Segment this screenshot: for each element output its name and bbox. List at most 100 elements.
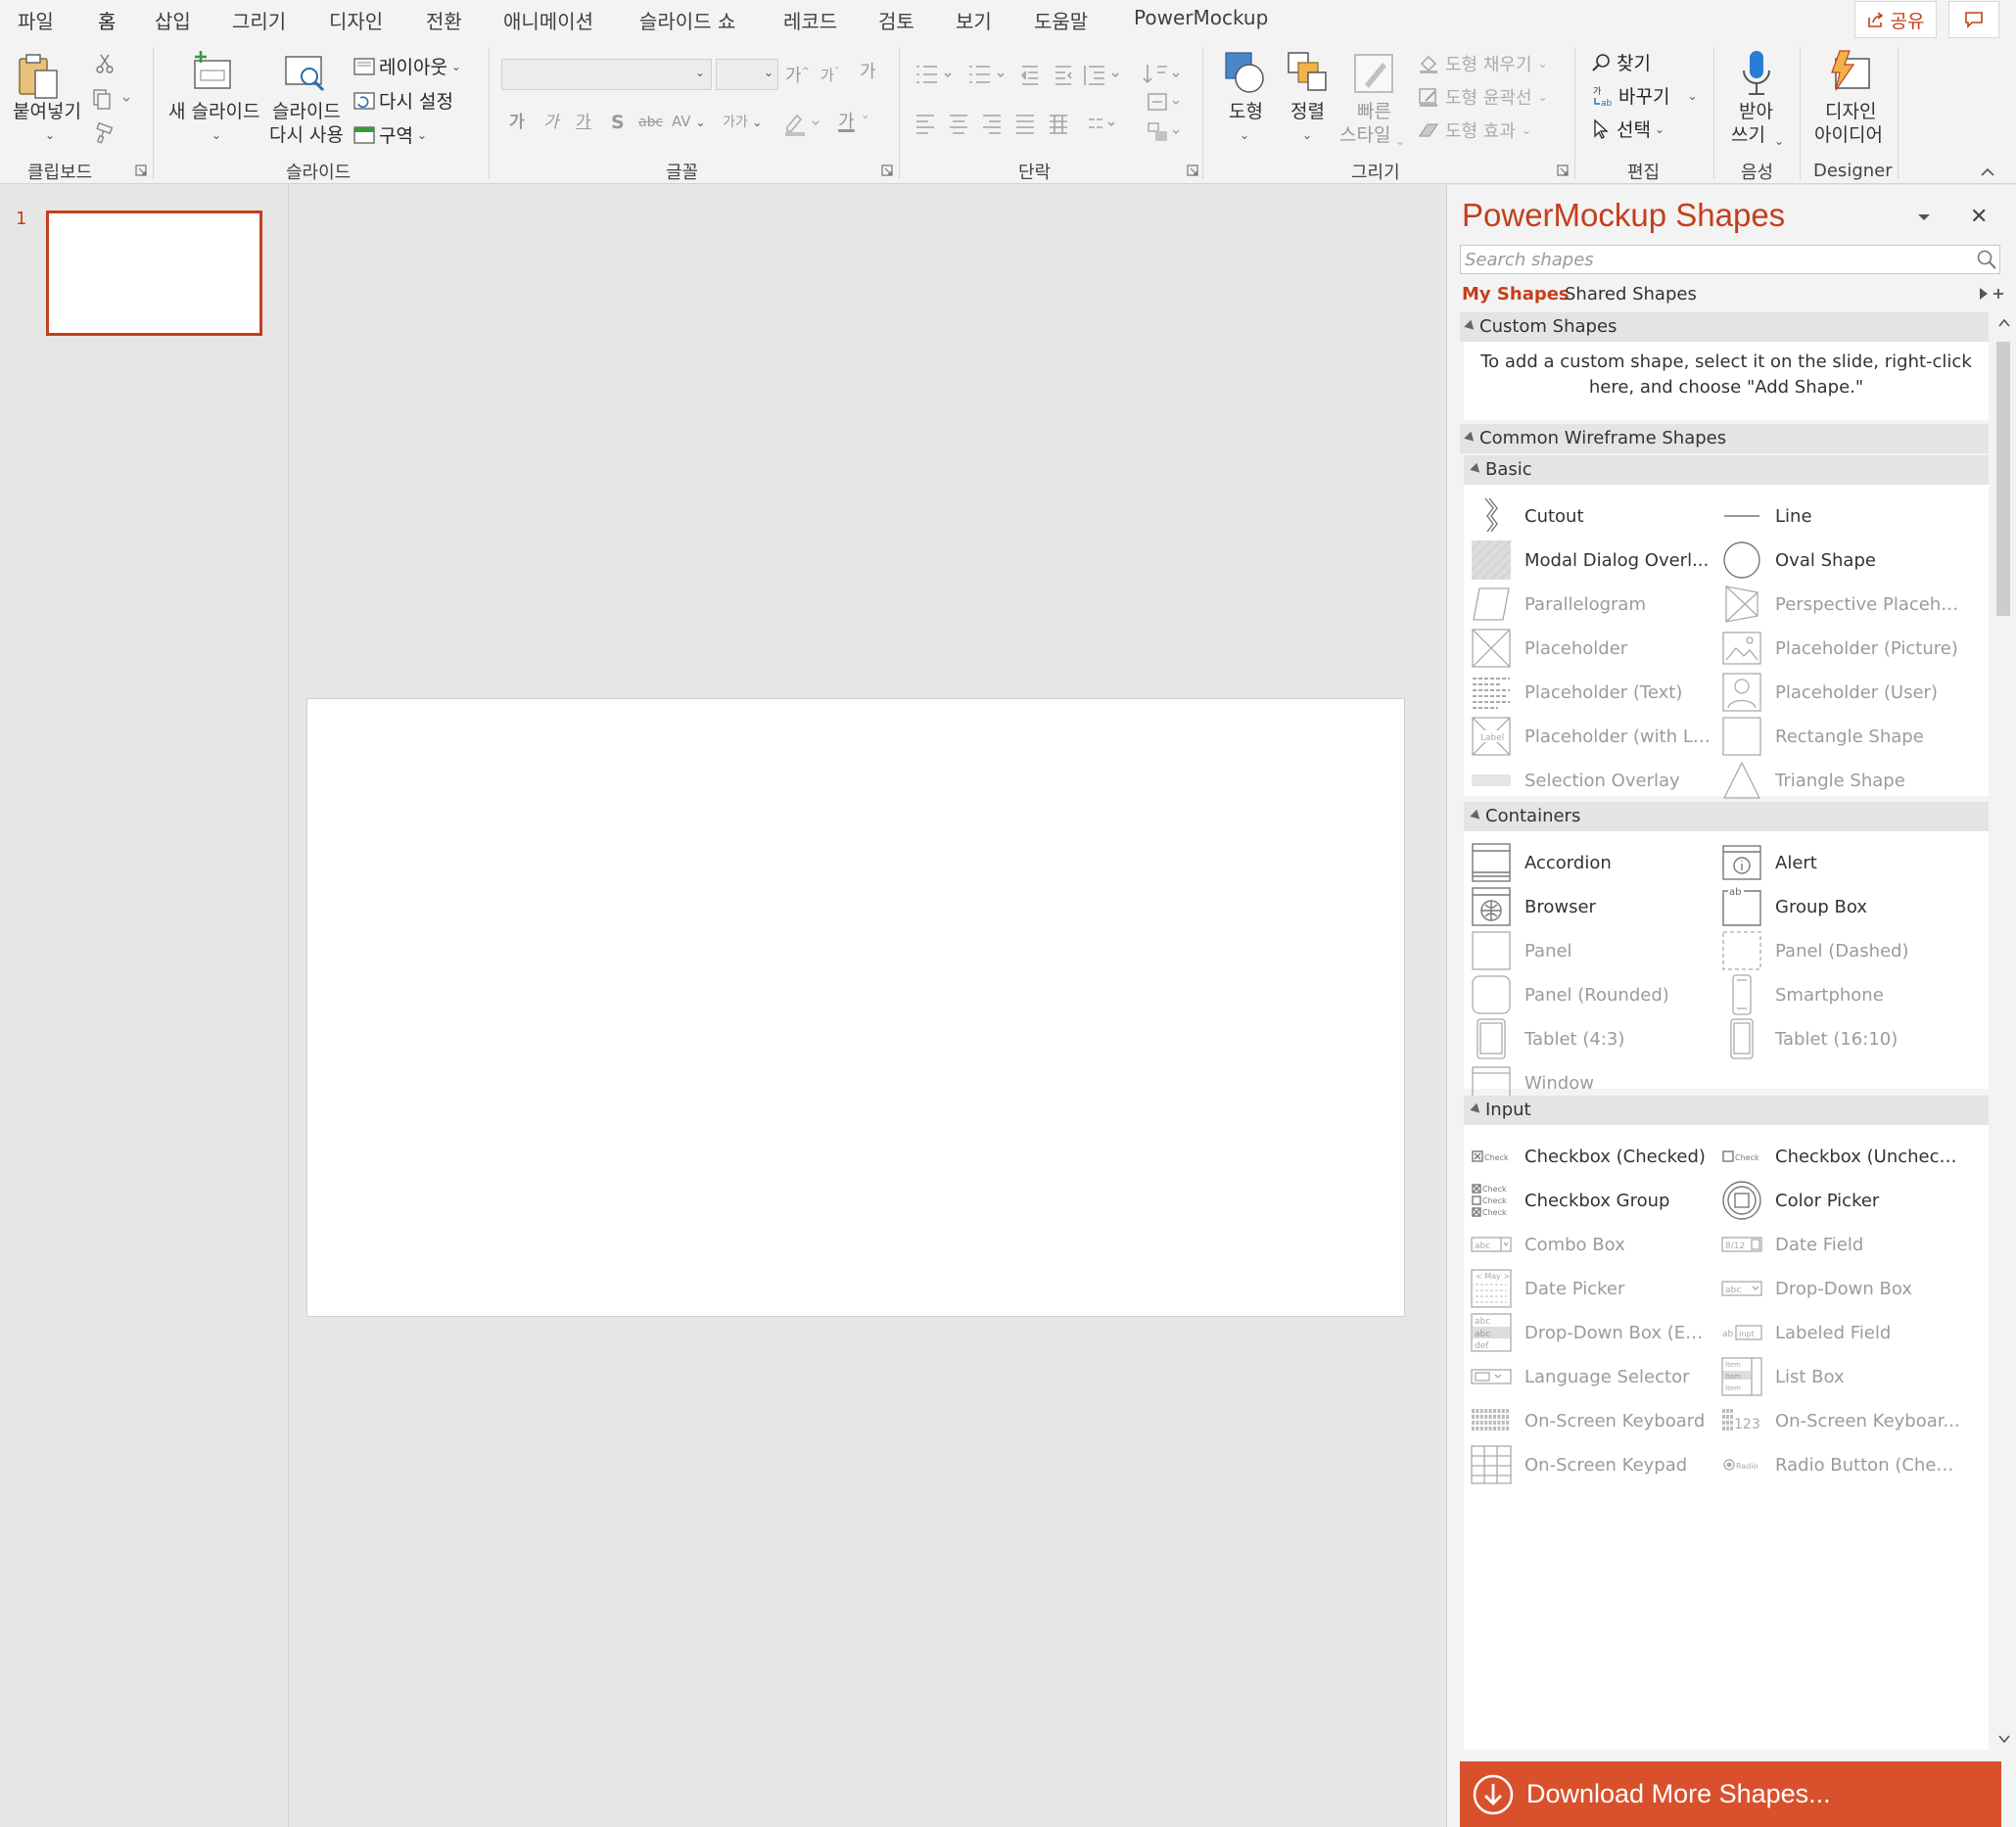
shape-item[interactable]: Tablet (4:3)	[1470, 1015, 1719, 1062]
menu-help[interactable]: 도움말	[1034, 6, 1088, 34]
select-button[interactable]: 선택 ⌄	[1591, 116, 1664, 142]
menu-record[interactable]: 레코드	[783, 6, 837, 34]
shape-item[interactable]: Color Picker	[1720, 1177, 1970, 1224]
shape-outline-button[interactable]: 도형 윤곽선 ⌄	[1418, 84, 1548, 110]
download-more-shapes-button[interactable]: Download More Shapes...	[1460, 1761, 2001, 1827]
shape-item[interactable]: Panel	[1470, 927, 1719, 974]
shadow-button[interactable]: S	[611, 111, 625, 134]
search-icon[interactable]	[1976, 249, 1997, 270]
char-spacing-button[interactable]: AV ⌄	[672, 110, 705, 134]
shape-item[interactable]: Check Checkbox (Checked)	[1470, 1133, 1719, 1180]
paste-dropdown-chevron-icon[interactable]: ⌄	[45, 123, 55, 147]
shape-item[interactable]: Tablet (16:10)	[1720, 1015, 1970, 1062]
paragraph-launcher-icon[interactable]	[1187, 164, 1198, 176]
new-slide-button[interactable]	[191, 49, 236, 94]
align-text-button[interactable]	[1146, 90, 1185, 116]
grow-font-button[interactable]: 가^	[785, 61, 810, 88]
format-painter-button[interactable]	[92, 121, 116, 145]
shape-item[interactable]: Item Item Item List Box	[1720, 1353, 1970, 1400]
underline-button[interactable]: 가	[576, 111, 591, 134]
section-button[interactable]: 구역 ⌄	[353, 121, 427, 148]
shape-item[interactable]: Panel (Rounded)	[1470, 971, 1719, 1018]
shape-item[interactable]: Check Checkbox (Uncheck...	[1720, 1133, 1970, 1180]
paragraph-top-row-icons[interactable]	[913, 61, 1187, 90]
clear-formatting-button[interactable]: 가	[860, 61, 876, 84]
shape-item[interactable]: Oval Shape	[1720, 537, 1970, 584]
shrink-font-button[interactable]: 가ˇ	[820, 61, 839, 87]
font-color-button[interactable]: 가 ⌄	[838, 108, 870, 133]
share-button[interactable]: 공유	[1854, 1, 1937, 38]
strikethrough-button[interactable]: abc	[638, 111, 663, 134]
shape-item[interactable]: Placeholder (User)	[1720, 669, 1970, 716]
bold-button[interactable]: 가	[509, 111, 525, 134]
menu-slideshow[interactable]: 슬라이드 쇼	[639, 6, 735, 34]
shape-item[interactable]: Browser	[1470, 883, 1719, 930]
shape-item[interactable]: Smartphone	[1720, 971, 1970, 1018]
arrange-chevron-icon[interactable]: ⌄	[1302, 123, 1312, 147]
tab-shared-shapes[interactable]: Shared Shapes	[1565, 284, 1697, 304]
replace-button[interactable]: 가 ab 바꾸기 ⌄	[1591, 82, 1698, 109]
menu-animations[interactable]: 애니메이션	[503, 6, 593, 34]
shape-item[interactable]: abc Drop-Down Box	[1720, 1265, 1970, 1312]
shape-item[interactable]: Modal Dialog Overl...	[1470, 537, 1719, 584]
shape-item[interactable]: Line	[1720, 492, 1970, 539]
shape-item[interactable]: Rectangle Shape	[1720, 713, 1970, 760]
shape-item[interactable]: 8/12 Date Field	[1720, 1221, 1970, 1268]
shape-item[interactable]: Parallelogram	[1470, 581, 1719, 628]
shape-item[interactable]: Perspective Placeho...	[1720, 581, 1970, 628]
menu-transitions[interactable]: 전환	[426, 6, 462, 34]
shape-item[interactable]: Cutout	[1470, 492, 1719, 539]
shape-item[interactable]: Placeholder	[1470, 625, 1719, 672]
shape-item[interactable]: abc abc def Drop-Down Box (Ex...	[1470, 1309, 1719, 1356]
design-ideas-button[interactable]	[1826, 49, 1873, 94]
font-size-combo[interactable]: ⌄	[716, 59, 778, 90]
find-button[interactable]: 찾기	[1591, 49, 1651, 75]
menu-review[interactable]: 검토	[878, 6, 914, 34]
scroll-up-icon[interactable]	[1998, 318, 2010, 328]
tab-navigation-icon[interactable]	[1978, 287, 2005, 301]
shape-item[interactable]: Placeholder (Picture)	[1720, 625, 1970, 672]
shape-item[interactable]: On-Screen Keypad	[1470, 1441, 1719, 1488]
shape-item[interactable]: Check Check Check Checkbox Group	[1470, 1177, 1719, 1224]
shape-item[interactable]: Alert	[1720, 839, 1970, 886]
shape-effects-button[interactable]: 도형 효과 ⌄	[1418, 117, 1531, 143]
cut-button[interactable]	[94, 53, 116, 74]
reuse-slides-button[interactable]	[284, 51, 329, 96]
arrange-button[interactable]	[1285, 49, 1330, 96]
smartart-button[interactable]	[1146, 119, 1185, 145]
comments-button[interactable]	[1948, 1, 1999, 38]
shape-item[interactable]: Language Selector	[1470, 1353, 1719, 1400]
pane-close-icon[interactable]: ✕	[1970, 205, 1988, 229]
basic-header[interactable]: Basic	[1464, 455, 1989, 485]
input-header[interactable]: Input	[1464, 1096, 1989, 1125]
shape-item[interactable]: 123 On-Screen Keyboar...	[1720, 1397, 1970, 1444]
shapes-button[interactable]	[1222, 49, 1267, 96]
menu-view[interactable]: 보기	[956, 6, 992, 34]
shape-item[interactable]: abc Combo Box	[1470, 1221, 1719, 1268]
tab-my-shapes[interactable]: My Shapes	[1462, 284, 1570, 304]
pane-options-chevron-icon[interactable]	[1917, 212, 1931, 222]
dictate-button[interactable]	[1739, 49, 1774, 98]
collapse-ribbon-icon[interactable]	[1980, 166, 1995, 178]
shape-item[interactable]: Selection Overlay	[1470, 757, 1719, 804]
dictate-chevron-icon[interactable]: ⌄	[1774, 129, 1784, 153]
shape-item[interactable]: Triangle Shape	[1720, 757, 1970, 804]
shape-item[interactable]: ab Inpt Labeled Field	[1720, 1309, 1970, 1356]
containers-header[interactable]: Containers	[1464, 802, 1989, 831]
shape-item[interactable]: On-Screen Keyboard	[1470, 1397, 1719, 1444]
slide-thumbnail[interactable]	[46, 211, 262, 336]
quick-styles-button[interactable]	[1351, 51, 1396, 96]
scroll-down-icon[interactable]	[1998, 1734, 2010, 1744]
copy-button[interactable]	[92, 88, 131, 110]
search-input[interactable]	[1461, 246, 1960, 273]
menu-powermockup[interactable]: PowerMockup	[1134, 6, 1268, 29]
shape-item[interactable]: ab Group Box	[1720, 883, 1970, 930]
shape-item[interactable]: Accordion	[1470, 839, 1719, 886]
paragraph-bottom-row-icons[interactable]	[913, 110, 1148, 139]
paste-button[interactable]	[14, 51, 63, 102]
shape-item[interactable]: < May > Date Picker	[1470, 1265, 1719, 1312]
shape-item[interactable]: Radio Radio Button (Chec...	[1720, 1441, 1970, 1488]
slide-canvas[interactable]	[306, 698, 1405, 1317]
common-shapes-header[interactable]: Common Wireframe Shapes	[1460, 424, 1989, 453]
menu-insert[interactable]: 삽입	[155, 6, 191, 34]
